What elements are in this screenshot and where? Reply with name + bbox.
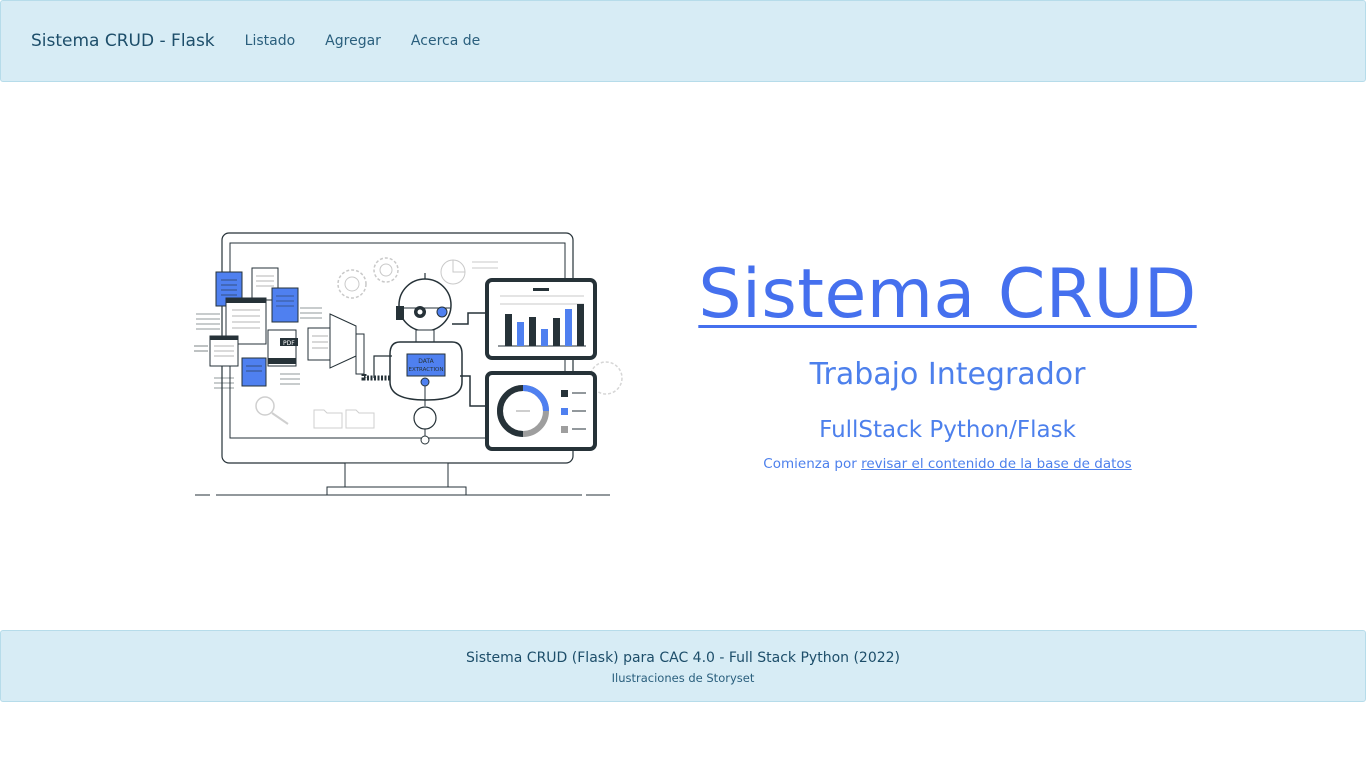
- footer: Sistema CRUD (Flask) para CAC 4.0 - Full…: [0, 630, 1366, 702]
- hero-subtitle: Trabajo Integrador: [809, 357, 1086, 392]
- badge-line2: EXTRACTION: [408, 367, 443, 373]
- footer-credits: Ilustraciones de Storyset: [611, 671, 755, 685]
- hero-subtitle-2: FullStack Python/Flask: [819, 417, 1076, 443]
- hero-cta: Comienza por revisar el contenido de la …: [690, 453, 1205, 475]
- nav-link-listado[interactable]: Listado: [245, 33, 296, 49]
- hero-text: Sistema CRUD Trabajo Integrador FullStac…: [690, 255, 1205, 475]
- badge-line1: DATA: [418, 358, 434, 365]
- hero-cta-link[interactable]: revisar el contenido de la base de datos: [861, 456, 1132, 472]
- top-navbar: Sistema CRUD - Flask Listado Agregar Ace…: [0, 0, 1366, 82]
- pdf-label: PDF: [283, 340, 295, 347]
- hero-title-link[interactable]: Sistema CRUD: [698, 255, 1196, 335]
- brand-link[interactable]: Sistema CRUD - Flask: [31, 31, 215, 51]
- footer-copyright: Sistema CRUD (Flask) para CAC 4.0 - Full…: [465, 650, 901, 666]
- nav-link-agregar[interactable]: Agregar: [325, 33, 381, 49]
- nav-link-acerca-de[interactable]: Acerca de: [411, 33, 480, 49]
- hero-cta-prefix: Comienza por: [763, 456, 857, 472]
- data-extraction-illustration: PDF DATA EXTRACTION: [194, 232, 623, 496]
